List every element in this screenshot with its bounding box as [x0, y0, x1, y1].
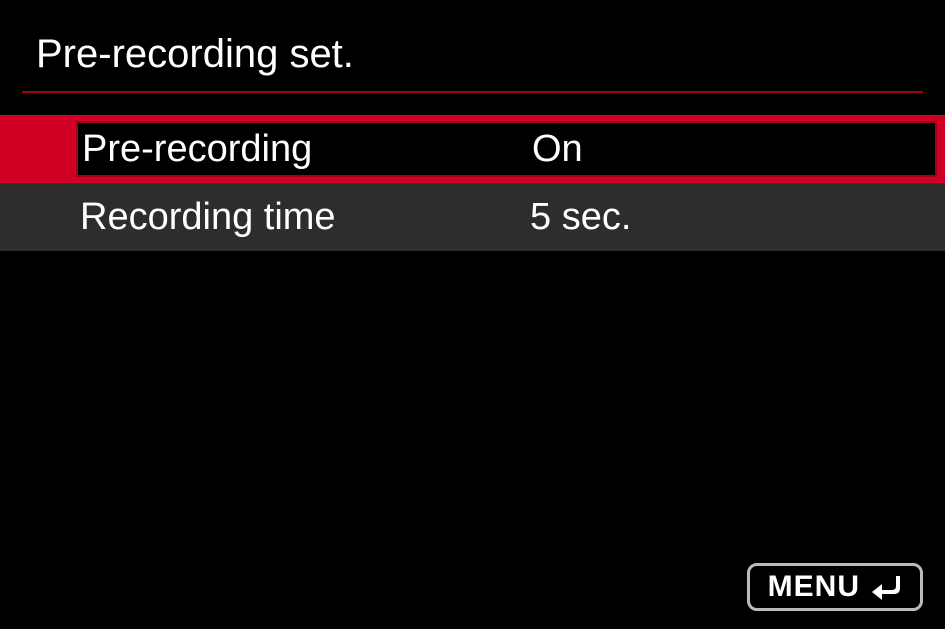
menu-back-button[interactable]: MENU — [747, 563, 923, 611]
menu-item-value: 5 sec. — [530, 196, 631, 239]
menu-item-label: Recording time — [80, 196, 530, 239]
menu-item-recording-time[interactable]: Recording time 5 sec. — [0, 183, 945, 251]
menu-list: Pre-recording On Recording time 5 sec. — [0, 115, 945, 251]
menu-button-label: MENU — [768, 570, 860, 604]
menu-item-label: Pre-recording — [82, 128, 532, 171]
menu-item-value: On — [532, 128, 583, 171]
back-arrow-icon — [870, 572, 906, 602]
header-divider — [22, 91, 923, 93]
page-title: Pre-recording set. — [36, 32, 945, 77]
footer: MENU — [747, 563, 923, 611]
menu-item-pre-recording[interactable]: Pre-recording On — [0, 115, 945, 183]
header: Pre-recording set. — [0, 0, 945, 91]
